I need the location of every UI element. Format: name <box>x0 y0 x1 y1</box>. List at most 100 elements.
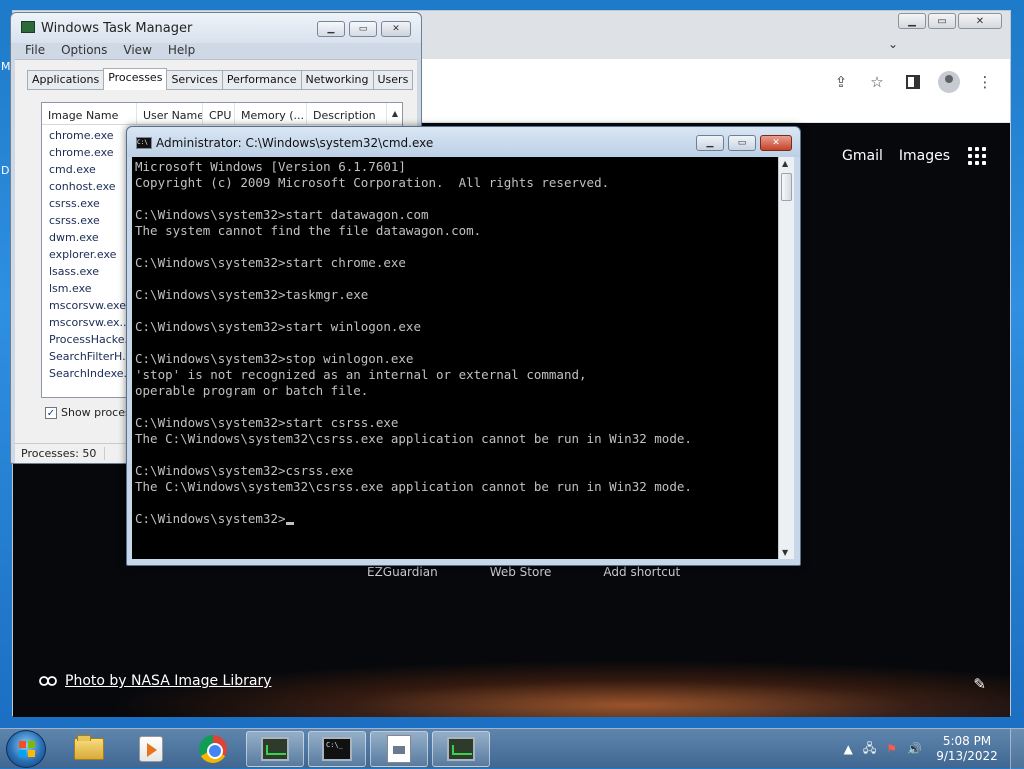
tab-services[interactable]: Services <box>166 70 223 90</box>
maximize-button[interactable]: ▭ <box>728 135 756 151</box>
menu-file[interactable]: File <box>25 43 45 57</box>
process-row[interactable]: chrome.exe <box>42 127 137 144</box>
star-icon[interactable]: ☆ <box>866 71 888 93</box>
network-icon[interactable]: 🖧 <box>863 739 876 760</box>
minimize-button[interactable]: ▁ <box>317 21 345 37</box>
photo-credit[interactable]: Photo by NASA Image Library <box>39 673 271 689</box>
show-hidden-icons-icon[interactable]: ▲ <box>844 742 853 756</box>
close-button[interactable]: ✕ <box>381 21 411 37</box>
process-count: Processes: 50 <box>21 447 106 460</box>
process-row[interactable]: ProcessHacke... <box>42 331 137 348</box>
menu-dots-icon[interactable]: ⋮ <box>974 71 996 93</box>
tab-networking[interactable]: Networking <box>300 70 374 90</box>
console-line-text: The system cannot find the file datawago… <box>135 223 482 238</box>
share-icon[interactable]: ⇪ <box>830 71 852 93</box>
minimize-button[interactable]: ▁ <box>696 135 724 151</box>
google-apps-icon[interactable] <box>966 145 988 167</box>
vertical-scrollbar[interactable]: ▲ ▼ <box>778 157 794 559</box>
process-row[interactable]: dwm.exe <box>42 229 137 246</box>
console-line-text: C:\Windows\system32>start csrss.exe <box>135 415 399 430</box>
close-button[interactable]: ✕ <box>958 13 1002 29</box>
console-line-text: C:\Windows\system32> <box>135 511 286 526</box>
console-output[interactable]: Microsoft Windows [Version 6.1.7601] Copy… <box>132 157 778 559</box>
minimize-button[interactable]: ▁ <box>898 13 926 29</box>
column-description[interactable]: Description <box>307 103 387 124</box>
console-line-text: Copyright (c) 2009 Microsoft Corporation… <box>135 175 610 190</box>
clock[interactable]: 5:08 PM 9/13/2022 <box>932 734 1002 764</box>
photo-credit-link[interactable]: Photo by NASA Image Library <box>65 673 271 689</box>
gmail-link[interactable]: Gmail <box>842 148 883 164</box>
console-line-text: C:\Windows\system32>start chrome.exe <box>135 255 406 270</box>
taskbar-chrome[interactable] <box>184 731 242 767</box>
tab-users[interactable]: Users <box>372 70 414 90</box>
tab-applications[interactable]: Applications <box>27 70 105 90</box>
column-image-name[interactable]: Image Name <box>42 103 137 124</box>
close-button[interactable]: ✕ <box>760 135 792 151</box>
taskbar-document[interactable] <box>370 731 428 767</box>
console-line: C:\Windows\system32>start winlogon.exe <box>135 319 778 335</box>
scrollbar-thumb[interactable] <box>781 173 792 201</box>
chrome-icon <box>199 735 227 763</box>
maximize-button[interactable]: ▭ <box>349 21 377 37</box>
taskbar-cmd[interactable]: C:\_ <box>308 731 366 767</box>
customize-pencil-icon[interactable]: ✎ <box>973 675 986 693</box>
action-center-icon[interactable]: ⚑ <box>886 742 897 756</box>
scroll-up-arrow-icon[interactable]: ▲ <box>392 109 398 118</box>
menu-bar: File Options View Help <box>17 43 195 57</box>
process-row[interactable]: csrss.exe <box>42 212 137 229</box>
process-row[interactable]: mscorsvw.exe <box>42 297 137 314</box>
taskbar-task-manager-2[interactable] <box>432 731 490 767</box>
cmd-titlebar[interactable]: C:\ Administrator: C:\Windows\system32\c… <box>127 127 800 157</box>
column-user-name[interactable]: User Name <box>137 103 203 124</box>
column-memory[interactable]: Memory (... <box>235 103 307 124</box>
process-row[interactable]: explorer.exe <box>42 246 137 263</box>
task-manager-icon <box>21 21 35 33</box>
link-icon <box>39 676 57 686</box>
console-line: C:\Windows\system32>taskmgr.exe <box>135 287 778 303</box>
console-line-text: 'stop' is not recognized as an internal … <box>135 367 587 382</box>
cmd-icon: C:\_ <box>322 737 352 761</box>
tab-search-icon[interactable]: ⌄ <box>888 37 898 51</box>
images-link[interactable]: Images <box>899 148 950 164</box>
show-desktop-button[interactable] <box>1010 729 1024 769</box>
process-row[interactable]: chrome.exe <box>42 144 137 161</box>
task-manager-titlebar[interactable]: Windows Task Manager ▁ ▭ ✕ <box>11 13 421 43</box>
scroll-up-arrow-icon[interactable]: ▲ <box>782 159 788 168</box>
taskbar-media-player[interactable] <box>122 731 180 767</box>
process-row[interactable]: csrss.exe <box>42 195 137 212</box>
scroll-down-arrow-icon[interactable]: ▼ <box>782 548 788 557</box>
console-line-text: C:\Windows\system32>start winlogon.exe <box>135 319 421 334</box>
process-row[interactable]: mscorsvw.ex... <box>42 314 137 331</box>
menu-view[interactable]: View <box>123 43 151 57</box>
system-tray: ▲ 🖧 ⚑ 🔊 5:08 PM 9/13/2022 <box>844 729 1024 769</box>
taskbar-explorer[interactable] <box>60 731 118 767</box>
process-row[interactable]: lsass.exe <box>42 263 137 280</box>
media-player-icon <box>139 736 163 762</box>
volume-icon[interactable]: 🔊 <box>907 742 922 756</box>
tab-processes[interactable]: Processes <box>103 68 168 90</box>
process-row[interactable]: SearchIndexe... <box>42 365 137 382</box>
side-panel-icon[interactable] <box>902 71 924 93</box>
checkbox-checked-icon[interactable]: ✓ <box>45 406 57 419</box>
process-row[interactable]: conhost.exe <box>42 178 137 195</box>
profile-icon[interactable] <box>938 71 960 93</box>
tab-performance[interactable]: Performance <box>221 70 302 90</box>
taskbar-task-manager[interactable] <box>246 731 304 767</box>
column-cpu[interactable]: CPU <box>203 103 235 124</box>
start-button[interactable] <box>6 730 46 768</box>
console-line: C:\Windows\system32>stop winlogon.exe <box>135 351 778 367</box>
process-row[interactable]: lsm.exe <box>42 280 137 297</box>
shortcut-add[interactable]: Add shortcut <box>603 565 680 579</box>
shortcut-web-store[interactable]: Web Store <box>490 565 552 579</box>
menu-help[interactable]: Help <box>168 43 195 57</box>
menu-options[interactable]: Options <box>61 43 107 57</box>
desktop: M D ▁ ▭ ✕ ⌄ ⇪ ☆ ⋮ Gmail Images EZGuardia… <box>0 0 1024 728</box>
maximize-button[interactable]: ▭ <box>928 13 956 29</box>
process-row[interactable]: cmd.exe <box>42 161 137 178</box>
process-row[interactable]: SearchFilterH... <box>42 348 137 365</box>
shortcut-ezguardian[interactable]: EZGuardian <box>367 565 438 579</box>
task-manager-icon <box>261 737 289 761</box>
